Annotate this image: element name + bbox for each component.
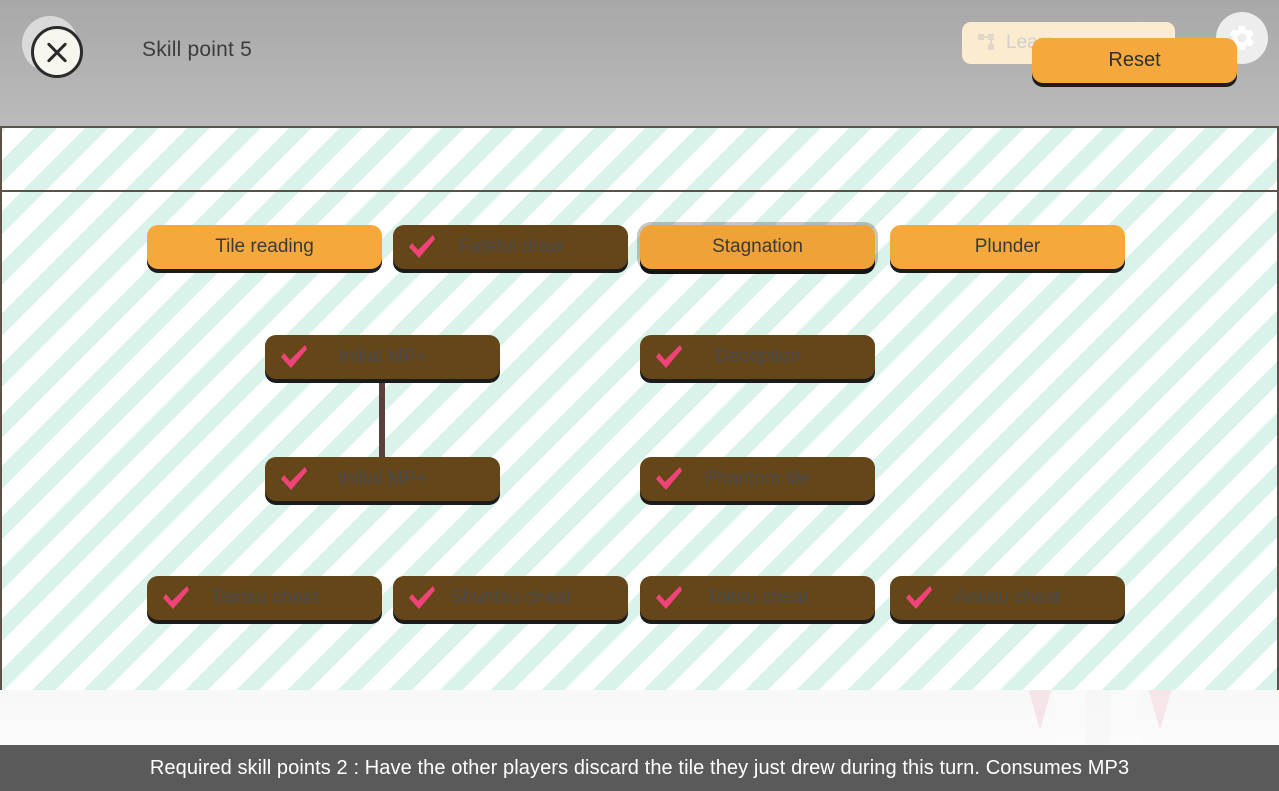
checkmark-icon <box>407 234 437 260</box>
skill-node[interactable]: Toitsu cheat <box>640 576 875 620</box>
skill-node[interactable]: Taatsu cheat <box>147 576 382 620</box>
skill-node[interactable]: Initial MP+ <box>265 335 500 379</box>
close-icon[interactable] <box>31 26 83 78</box>
panel-divider <box>2 190 1277 192</box>
skill-node-label: Stagnation <box>712 236 803 257</box>
skill-node[interactable]: Phantom tile <box>640 457 875 501</box>
skill-node-label: Shuntsu cheat <box>449 587 572 608</box>
skill-node[interactable]: Tile reading <box>147 225 382 269</box>
skill-node[interactable]: Stagnation <box>640 225 875 269</box>
checkmark-icon <box>904 585 934 611</box>
skill-node[interactable]: Deception <box>640 335 875 379</box>
skill-node-label: Deception <box>714 346 801 367</box>
checkmark-icon <box>161 585 191 611</box>
header-divider <box>0 126 1279 128</box>
skill-node[interactable]: Plunder <box>890 225 1125 269</box>
skill-connector-line <box>379 379 385 457</box>
description-bar: Required skill points 2 : Have the other… <box>0 745 1279 791</box>
reset-button[interactable]: Reset <box>1032 38 1237 83</box>
skill-node[interactable]: Shuntsu cheat <box>393 576 628 620</box>
skill-node-label: Plunder <box>974 236 1041 257</box>
checkmark-icon <box>654 466 684 492</box>
skill-node-label: Tile reading <box>215 236 314 257</box>
skill-node-label: Phantom tile <box>704 468 811 489</box>
skill-node[interactable]: Fateful draw <box>393 225 628 269</box>
checkmark-icon <box>654 585 684 611</box>
skill-node-label: Initial MP+ <box>337 468 428 489</box>
skill-node-label: Initial MP+ <box>337 346 428 367</box>
skill-node-label: Taatsu cheat <box>210 587 319 608</box>
skill-tree-screen: Skill point 5 Learn Reset Tile reading Fa… <box>0 0 1279 791</box>
header-bar: Skill point 5 Learn Reset <box>0 0 1279 104</box>
page-title: Skill point 5 <box>142 38 252 61</box>
skill-node-label: Toitsu cheat <box>706 587 809 608</box>
skill-node-label: Ankou cheat <box>954 587 1061 608</box>
checkmark-icon <box>407 585 437 611</box>
skill-tree-icon <box>978 34 996 52</box>
skill-node[interactable]: Ankou cheat <box>890 576 1125 620</box>
checkmark-icon <box>279 344 309 370</box>
skill-description: Required skill points 2 : Have the other… <box>149 756 1130 779</box>
skill-tree-panel: Tile reading Fateful draw Stagnation Plunde… <box>0 128 1279 690</box>
skill-node[interactable]: Initial MP+ <box>265 457 500 501</box>
skill-node-label: Fateful draw <box>458 236 563 257</box>
checkmark-icon <box>279 466 309 492</box>
checkmark-icon <box>654 344 684 370</box>
